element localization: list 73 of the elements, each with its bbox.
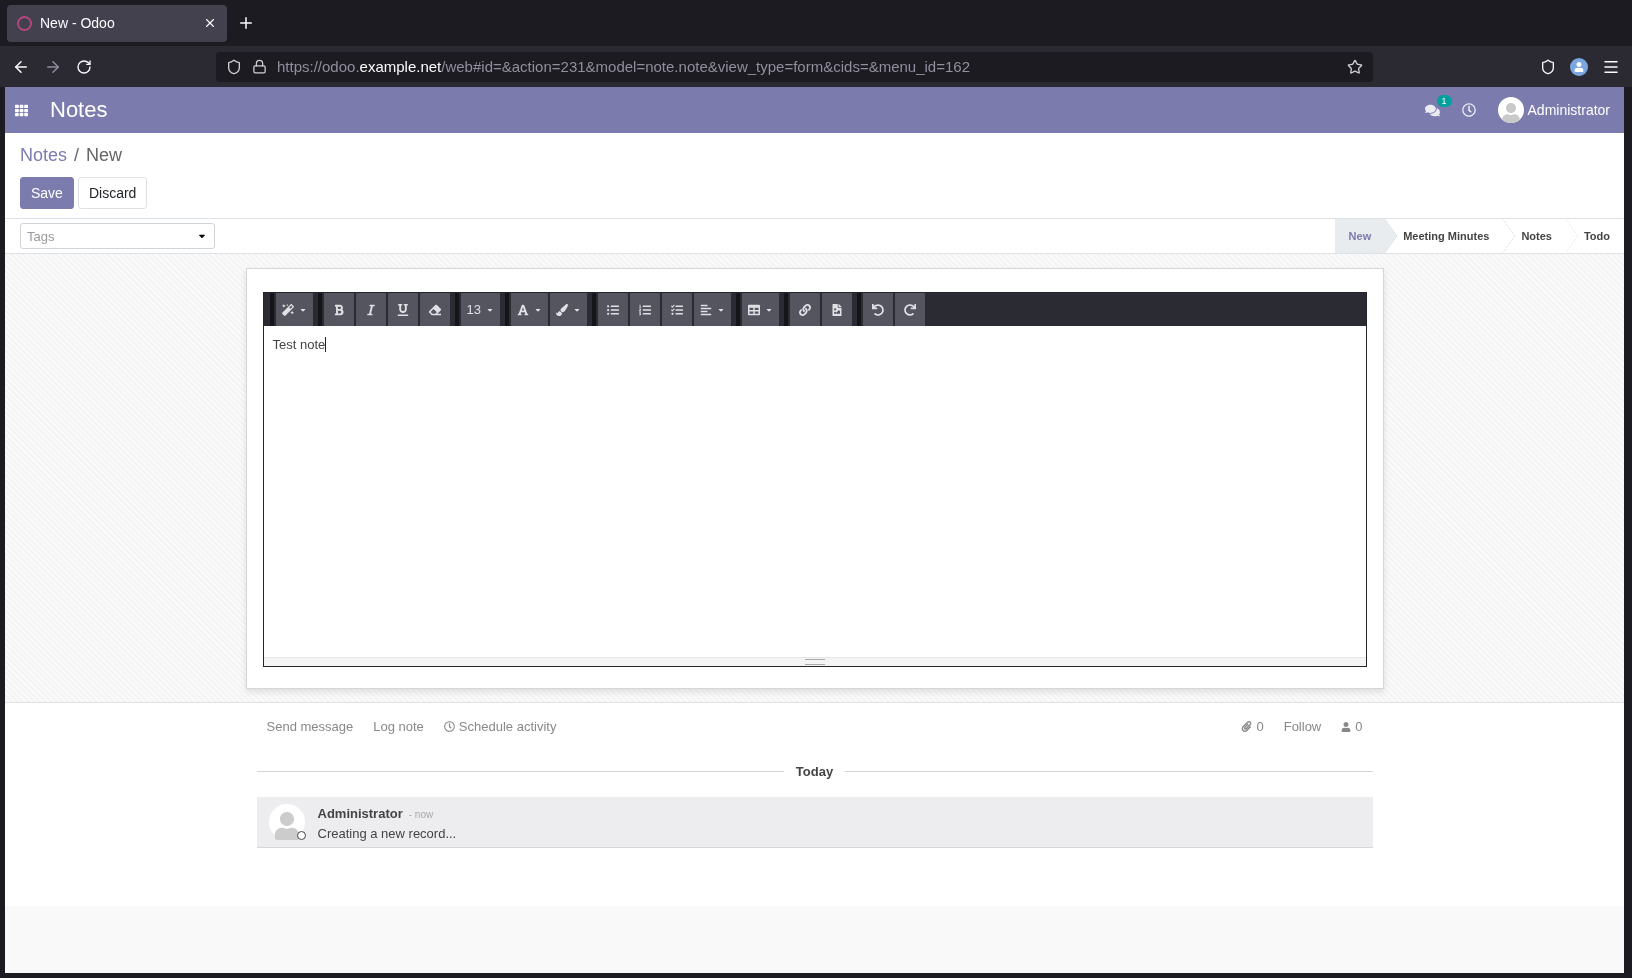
address-bar[interactable]: https://odoo.example.net/web#id=&action=231&model=note.note&view_type=form&cids=&menu_id=162: [216, 51, 1373, 82]
app-name: Notes: [50, 97, 108, 123]
bold-button[interactable]: [323, 293, 354, 326]
message-body: Creating a new record...: [317, 825, 457, 841]
discard-button[interactable]: Discard: [77, 177, 148, 209]
bookmark-star-icon[interactable]: [1347, 58, 1363, 75]
shield-icon: [226, 58, 242, 75]
align-left-icon: [699, 303, 712, 316]
tags-field[interactable]: Tags: [20, 223, 215, 249]
image-icon: [830, 303, 843, 316]
link-button[interactable]: [789, 293, 820, 326]
font-size-dropdown[interactable]: 13: [460, 293, 500, 326]
lock-icon: [252, 59, 267, 74]
save-button[interactable]: Save: [20, 177, 74, 209]
eraser-button[interactable]: [419, 293, 450, 326]
new-tab-button[interactable]: [237, 14, 255, 32]
eraser-icon: [428, 303, 441, 316]
highlight-button[interactable]: [549, 293, 587, 326]
clock-icon: [443, 721, 455, 732]
message-time: - now: [408, 808, 434, 820]
follow-button[interactable]: Follow: [1283, 719, 1322, 734]
breadcrumb-separator: /: [74, 145, 80, 166]
numbered-list-icon: [638, 303, 651, 316]
paperclip-icon: [1241, 721, 1253, 732]
underline-button[interactable]: [387, 293, 418, 326]
browser-tab[interactable]: New - Odoo: [7, 4, 227, 42]
breadcrumb-current: New: [86, 145, 123, 166]
font-color-icon: [516, 303, 529, 316]
italic-icon: [364, 303, 377, 316]
user-menu[interactable]: Administrator: [1527, 102, 1610, 118]
apps-menu-icon[interactable]: [15, 103, 28, 117]
magic-wand-icon: [281, 303, 294, 316]
breadcrumb-link[interactable]: Notes: [20, 145, 68, 166]
message-author: Administrator: [317, 805, 403, 821]
chatter-action-link[interactable]: Schedule activity: [443, 719, 557, 734]
numbered-list-button[interactable]: [629, 293, 660, 326]
chatter-action-link[interactable]: Send message: [266, 719, 354, 734]
favicon-icon: [17, 15, 32, 31]
task-list-icon: [670, 303, 683, 316]
table-icon: [747, 303, 760, 316]
messages-button[interactable]: [1424, 102, 1440, 118]
stage-button[interactable]: New: [1334, 219, 1398, 253]
activity-button[interactable]: [1461, 103, 1476, 117]
italic-button[interactable]: [355, 293, 386, 326]
font-color-button[interactable]: [510, 293, 548, 326]
undo-icon: [871, 303, 884, 316]
underline-icon: [396, 303, 409, 316]
chatter-action-link[interactable]: Log note: [373, 719, 424, 734]
link-icon: [798, 303, 811, 316]
message-count-badge: 1: [1436, 94, 1452, 107]
followers-button[interactable]: 0: [1341, 719, 1363, 734]
note-editor[interactable]: 13 Test note: [262, 292, 1367, 667]
person-silhouette-icon: [272, 812, 301, 840]
date-separator: Today: [795, 764, 834, 779]
attachments-button[interactable]: 0: [1241, 719, 1264, 734]
task-list-button[interactable]: [661, 293, 692, 326]
note-text: Test note: [272, 337, 326, 352]
redo-button[interactable]: [894, 293, 925, 326]
bullet-list-button[interactable]: [597, 293, 628, 326]
undo-button[interactable]: [862, 293, 893, 326]
redo-icon: [903, 303, 916, 316]
person-icon: [1341, 721, 1352, 732]
user-avatar: [1497, 97, 1524, 123]
image-button[interactable]: [821, 293, 852, 326]
bullet-list-icon: [606, 303, 619, 316]
bold-icon: [332, 303, 345, 316]
align-button[interactable]: [693, 293, 731, 326]
reload-button[interactable]: [76, 58, 92, 75]
close-icon[interactable]: [203, 16, 217, 30]
table-button[interactable]: [741, 293, 779, 326]
account-icon[interactable]: [1570, 57, 1588, 76]
style-button[interactable]: [275, 293, 313, 326]
paintbrush-icon: [555, 303, 568, 316]
